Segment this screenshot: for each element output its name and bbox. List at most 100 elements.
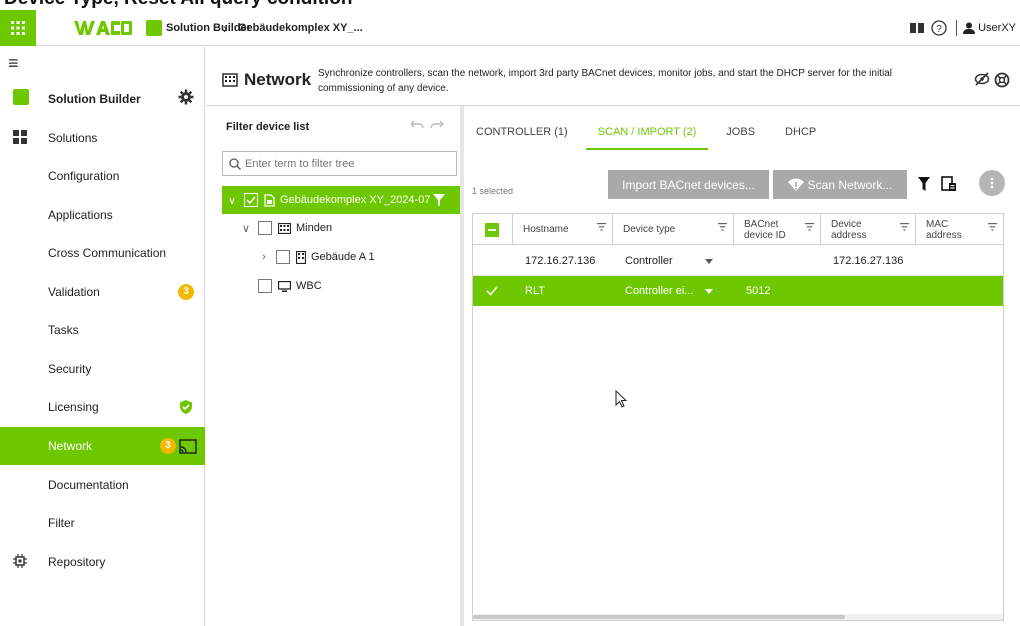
sidebar-item-cross-communication[interactable]: Cross Communication: [0, 234, 205, 272]
lifebuoy-icon[interactable]: [994, 72, 1010, 88]
sidebar-item-applications[interactable]: Applications: [0, 196, 205, 234]
column-device-address[interactable]: Device address: [821, 214, 916, 245]
column-filter-icon[interactable]: [900, 223, 909, 231]
selection-count: 1 selected: [472, 186, 514, 196]
tab-controller[interactable]: CONTROLLER (1): [464, 114, 580, 150]
device-type-select[interactable]: Controller ei...: [613, 276, 723, 306]
column-mac-address[interactable]: MAC address: [916, 214, 1003, 245]
cell-bacnet-id: [734, 246, 746, 276]
tree-item-wbc[interactable]: WBC: [252, 272, 322, 300]
user-menu[interactable]: UserXY: [963, 22, 1020, 34]
chevron-right-icon[interactable]: ›: [258, 251, 270, 263]
cell-bacnet-id: 5012: [746, 285, 771, 297]
scan-network-button[interactable]: Scan Network...: [773, 170, 907, 199]
sidebar-item-label: Licensing: [48, 400, 99, 414]
undo-icon[interactable]: [410, 120, 424, 130]
sidebar-item-licensing[interactable]: Licensing: [0, 388, 205, 426]
import-bacnet-button[interactable]: Import BACnet devices...: [608, 170, 769, 199]
shield-check-icon: [180, 400, 192, 414]
select-all-checkbox[interactable]: [485, 222, 499, 237]
svg-text:?: ?: [936, 24, 942, 35]
column-filter-icon[interactable]: [718, 223, 727, 231]
panel-splitter[interactable]: [460, 106, 464, 626]
cell-mac-address: [916, 246, 928, 276]
filter-icon[interactable]: [918, 177, 930, 191]
monitor-icon: [278, 280, 291, 292]
sidebar-item-label: Cross Communication: [48, 246, 167, 260]
sidebar-title: Solution Builder: [48, 92, 141, 106]
user-name: UserXY: [978, 22, 1016, 34]
sidebar-item-documentation[interactable]: Documentation: [0, 466, 205, 504]
network-badge: 3: [160, 438, 176, 454]
tree-item-minden[interactable]: ∨ Minden: [240, 214, 332, 242]
column-filter-icon[interactable]: [988, 223, 997, 231]
solution-builder-app-icon: [146, 20, 162, 36]
network-title-text: Network: [244, 70, 312, 89]
column-filter-icon[interactable]: [597, 223, 606, 231]
gear-icon[interactable]: [178, 89, 194, 105]
tab-scan-import[interactable]: SCAN / IMPORT (2): [585, 114, 709, 150]
tree-checkbox[interactable]: [258, 221, 272, 235]
chevron-down-icon[interactable]: ∨: [240, 222, 252, 235]
sidebar-item-configuration[interactable]: Configuration: [0, 157, 205, 195]
scan-network-label: Scan Network...: [807, 177, 893, 192]
eye-off-icon[interactable]: [974, 72, 990, 86]
sidebar-item-tasks[interactable]: Tasks: [0, 311, 205, 349]
more-vertical-icon: [990, 177, 994, 189]
column-hostname[interactable]: Hostname: [513, 214, 613, 245]
column-filter-icon[interactable]: [805, 223, 814, 231]
app-grid-button[interactable]: [0, 10, 36, 46]
tree-checkbox[interactable]: [244, 193, 258, 207]
filter-search-field[interactable]: [222, 151, 457, 176]
device-type-select[interactable]: Controller: [613, 246, 723, 276]
filter-search-input[interactable]: [245, 157, 445, 170]
caption-text: Device Type, Reset All query condition: [4, 0, 352, 10]
column-label: BACnet device ID: [744, 218, 786, 241]
active-filter-icon[interactable]: [432, 193, 446, 207]
sidebar-item-network[interactable]: Network 3: [0, 427, 205, 465]
sidebar-item-filter[interactable]: Filter: [0, 504, 205, 542]
hamburger-menu-icon[interactable]: ≡: [8, 53, 19, 74]
top-divider: [956, 20, 958, 36]
sidebar-item-security[interactable]: Security: [0, 350, 205, 388]
tree-checkbox[interactable]: [276, 250, 290, 264]
tab-jobs[interactable]: JOBS: [714, 114, 767, 150]
sidebar-item-repository[interactable]: Repository: [0, 543, 205, 581]
import-bacnet-label: Import BACnet devices...: [622, 177, 755, 192]
tree-item-label: Gebäude A 1: [311, 251, 375, 263]
device-type-value: Controller ei...: [625, 285, 694, 297]
floor-icon: [296, 250, 306, 264]
sidebar-item-solutions[interactable]: Solutions: [0, 119, 205, 157]
breadcrumb-project[interactable]: Gebäudekomplex XY_...: [238, 22, 363, 34]
scrollbar-thumb[interactable]: [473, 615, 845, 619]
wifi-icon: [787, 178, 804, 191]
sidebar-item-label: Documentation: [48, 478, 129, 492]
device-list-icon[interactable]: [941, 176, 957, 192]
select-all-cell[interactable]: [473, 214, 513, 245]
chevron-down-icon[interactable]: ∨: [226, 194, 238, 207]
device-table: Hostname Device type BACnet device ID De…: [472, 213, 1004, 621]
caption-strip: Device Type, Reset All query condition: [0, 0, 1020, 10]
redo-icon[interactable]: [430, 120, 444, 130]
solution-builder-icon: [13, 89, 29, 105]
table-row[interactable]: RLT Controller ei... 5012: [473, 276, 1003, 306]
network-header: Network Synchronize controllers, scan th…: [206, 60, 1020, 100]
column-bacnet-id[interactable]: BACnet device ID: [734, 214, 821, 245]
sidebar-item-label: Applications: [48, 208, 113, 222]
cell-hostname: RLT: [525, 285, 545, 297]
tree-item-gebaeude-a1[interactable]: › Gebäude A 1: [258, 243, 375, 271]
manual-book-icon[interactable]: [906, 17, 928, 39]
tree-checkbox[interactable]: [258, 279, 272, 293]
help-icon[interactable]: ?: [928, 17, 950, 39]
top-bar: Solution Builder › Gebäudekomplex XY_...…: [0, 10, 1020, 46]
column-device-type[interactable]: Device type: [613, 214, 734, 245]
horizontal-scrollbar[interactable]: [473, 614, 1003, 620]
tree-item-project[interactable]: ∨ Gebäudekomplex XY_2024-07: [222, 186, 460, 214]
table-row[interactable]: 172.16.27.136 Controller 172.16.27.136: [473, 246, 1003, 276]
sidebar-item-validation[interactable]: Validation 3: [0, 273, 205, 311]
project-file-icon: [264, 193, 275, 207]
row-checkbox[interactable]: [473, 276, 513, 306]
more-options-button[interactable]: [979, 170, 1005, 196]
tab-dhcp[interactable]: DHCP: [773, 114, 828, 150]
cell-hostname: 172.16.27.136: [525, 255, 596, 267]
